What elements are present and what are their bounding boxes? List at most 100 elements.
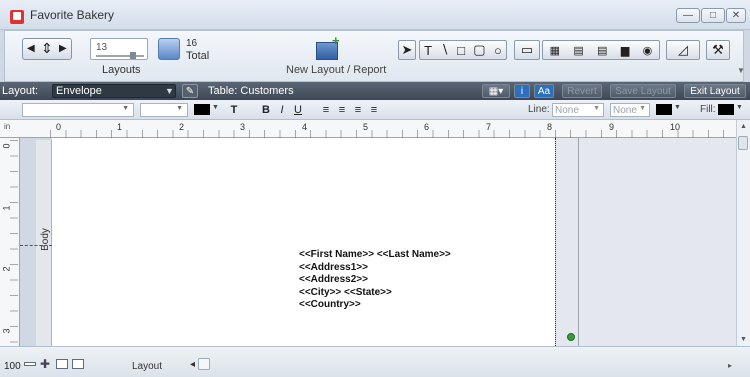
oval-tool-icon[interactable]: ○ xyxy=(494,43,502,58)
show-formatting-bar-icon[interactable] xyxy=(72,359,84,369)
web-viewer-icon[interactable]: ◉ xyxy=(643,44,653,57)
vertical-scrollbar[interactable] xyxy=(736,120,750,346)
fill-label: Fill: xyxy=(700,104,716,115)
fonts-button[interactable]: Aa xyxy=(534,84,554,98)
font-family-select[interactable]: ▼ xyxy=(22,103,134,117)
ruler-number: 3 xyxy=(240,122,246,132)
field-tool[interactable]: ▭ xyxy=(514,40,540,60)
vertical-scroll-thumb[interactable] xyxy=(738,136,748,150)
zoom-in-icon[interactable]: ✚ xyxy=(40,357,50,371)
scroll-right-icon[interactable]: ▸ xyxy=(728,361,732,370)
save-layout-button[interactable]: Save Layout xyxy=(610,84,676,98)
align-right-button[interactable]: ≡ xyxy=(350,102,366,117)
new-layout-button[interactable]: New Layout / Report xyxy=(286,64,386,76)
layout-select-value: Envelope xyxy=(56,85,102,97)
maximize-button[interactable]: □ xyxy=(701,8,725,23)
part-boundary-line[interactable] xyxy=(20,245,52,246)
close-button[interactable]: ✕ xyxy=(726,8,746,23)
text-tool-icon[interactable]: T xyxy=(424,43,432,58)
fill-color-swatch[interactable] xyxy=(718,104,734,115)
inspector-button[interactable]: i xyxy=(514,84,530,98)
grid-icon: ▦▾ xyxy=(488,85,504,97)
ruler-number: 6 xyxy=(424,122,430,132)
tab-control-icon[interactable]: ▤ xyxy=(573,44,583,57)
merge-field-block[interactable]: <<First Name>> <<Last Name>> <<Address1>… xyxy=(299,249,451,312)
line-tool-icon[interactable]: ∖ xyxy=(440,42,448,58)
vruler-number: 1 xyxy=(1,205,12,211)
format-painter-icon[interactable]: ◿ xyxy=(678,42,688,58)
align-right-icon: ≡ xyxy=(354,103,362,116)
layout-slider[interactable] xyxy=(96,55,144,57)
scroll-left-icon[interactable]: ◂ xyxy=(190,359,195,370)
align-left-button[interactable]: ≡ xyxy=(318,102,334,117)
vruler-number: 0 xyxy=(1,143,12,149)
maximize-icon: □ xyxy=(709,10,717,21)
scroll-up-icon[interactable]: ▲ xyxy=(740,123,747,130)
ruler-number: 2 xyxy=(179,122,185,132)
page-margin-line xyxy=(555,138,556,346)
horizontal-scroll-thumb[interactable] xyxy=(198,358,210,370)
merge-field-city-state[interactable]: <<City>> <<State>> xyxy=(299,287,451,300)
minimize-button[interactable]: — xyxy=(676,8,700,23)
slider-knob[interactable] xyxy=(130,52,136,59)
book-navigator[interactable]: ◀ ⇕ ▶ xyxy=(22,38,72,60)
chevron-down-icon[interactable]: ▼ xyxy=(212,104,219,111)
zoom-out-icon[interactable] xyxy=(24,362,36,366)
line-style-select[interactable]: None ▼ xyxy=(610,103,650,117)
merge-field-country[interactable]: <<Country>> xyxy=(299,299,451,312)
mode-popup[interactable]: Layout xyxy=(132,361,162,372)
off-page-area xyxy=(556,138,736,346)
bottom-bar xyxy=(0,346,750,377)
total-label: Total xyxy=(186,50,210,62)
exit-layout-button[interactable]: Exit Layout xyxy=(684,84,746,98)
portal-tool-icon[interactable]: ▤ xyxy=(597,44,607,57)
app-icon xyxy=(10,10,24,24)
chevron-down-icon: ▼ xyxy=(639,105,646,112)
control-tools[interactable]: ▦ ▤ ▤ ▆ ◉ xyxy=(542,40,660,60)
text-color-swatch[interactable] xyxy=(194,104,210,115)
italic-button[interactable]: I xyxy=(274,102,290,117)
previous-icon[interactable]: ◀ xyxy=(27,43,35,54)
chart-tool-icon[interactable]: ▆ xyxy=(621,44,629,57)
bold-button[interactable]: B xyxy=(258,102,274,117)
rectangle-tool-icon[interactable]: □ xyxy=(457,43,465,58)
align-center-button[interactable]: ≡ xyxy=(334,102,350,117)
chevron-down-icon[interactable]: ▼ xyxy=(674,104,681,111)
merge-field-name-line[interactable]: <<First Name>> <<Last Name>> xyxy=(299,249,451,262)
next-icon[interactable]: ▶ xyxy=(59,43,67,54)
layout-resize-handle[interactable] xyxy=(567,333,575,341)
pointer-tool[interactable]: ➤ xyxy=(398,40,416,60)
line-style-value: None xyxy=(613,105,637,116)
manage-layouts-button[interactable]: ✎ xyxy=(182,84,198,98)
button-tool-icon[interactable]: ▦ xyxy=(550,44,560,57)
format-painter-tools[interactable]: ◿ xyxy=(666,40,700,60)
wrench-icon[interactable]: ⚒ xyxy=(712,42,724,58)
zoom-level[interactable]: 100 xyxy=(4,361,21,372)
text-format-button[interactable]: T xyxy=(226,102,242,117)
vruler-number: 2 xyxy=(1,266,12,272)
vruler-number: 3 xyxy=(1,328,12,334)
chevron-down-icon[interactable]: ▼ xyxy=(736,104,743,111)
align-center-icon: ≡ xyxy=(338,103,346,116)
rounded-rectangle-tool-icon[interactable]: ▢ xyxy=(473,42,485,58)
drawing-tools[interactable]: T ∖ □ ▢ ○ xyxy=(419,40,507,60)
collapse-toolbar-icon[interactable]: ▼ xyxy=(737,66,745,75)
revert-button[interactable]: Revert xyxy=(562,84,602,98)
vertical-ruler-ticks xyxy=(10,140,18,346)
line-color-swatch[interactable] xyxy=(656,104,672,115)
inspector-tool[interactable]: ⚒ xyxy=(706,40,730,60)
minimize-icon: — xyxy=(683,10,693,21)
scroll-down-icon[interactable]: ▼ xyxy=(740,336,747,343)
line-width-select[interactable]: None ▼ xyxy=(552,103,604,117)
merge-field-address1[interactable]: <<Address1>> xyxy=(299,262,451,275)
ruler-number: 7 xyxy=(486,122,492,132)
layout-canvas[interactable] xyxy=(52,138,555,346)
show-status-toolbar-icon[interactable] xyxy=(56,359,68,369)
justify-button[interactable]: ≡ xyxy=(366,102,382,117)
merge-field-address2[interactable]: <<Address2>> xyxy=(299,274,451,287)
font-size-select[interactable]: ▼ xyxy=(140,103,188,117)
underline-button[interactable]: U xyxy=(290,102,306,117)
plus-icon: + xyxy=(332,33,340,48)
view-as-button[interactable]: ▦▾ xyxy=(482,84,510,98)
layout-label: Layout: xyxy=(2,85,39,97)
